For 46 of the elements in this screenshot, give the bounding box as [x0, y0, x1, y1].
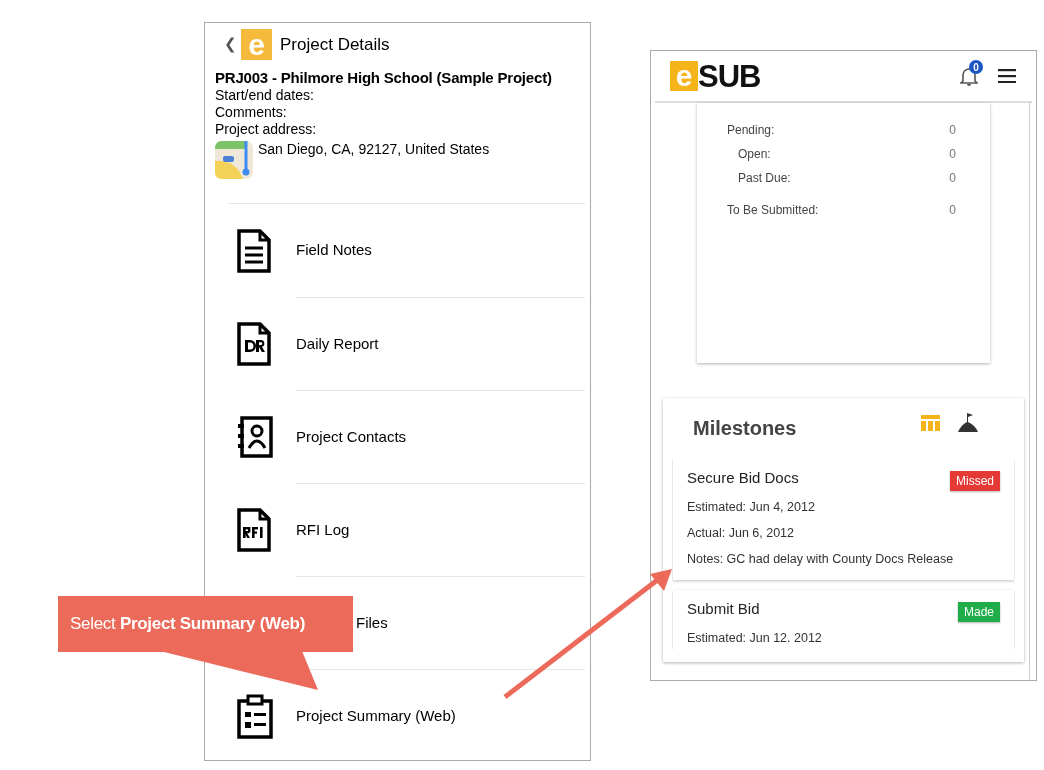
- back-button[interactable]: ❮: [223, 33, 237, 56]
- menu-icon[interactable]: [998, 69, 1016, 83]
- map-icon: [215, 141, 253, 179]
- milestone-detail: Estimated: Jun 12. 2012: [687, 630, 823, 648]
- status-badge: Made: [957, 602, 1000, 623]
- milestones-title: Milestones: [693, 416, 798, 441]
- summary-label: To Be Submitted:: [727, 202, 819, 219]
- project-address: San Diego, CA, 92127, United States: [258, 141, 490, 158]
- callout-text: Select Project Summary (Web): [70, 613, 306, 635]
- menu-label: Project Contacts: [296, 426, 407, 447]
- screen-title: Project Details: [280, 33, 390, 56]
- menu-item[interactable]: Daily Report: [296, 297, 585, 390]
- menu-item[interactable]: Field Notes: [228, 204, 585, 297]
- project-name: PRJ003 - Philmore High School (Sample Project): [215, 69, 553, 87]
- menu-label: RFI Log: [296, 519, 350, 540]
- menu-item[interactable]: Project Contacts: [296, 390, 585, 483]
- notification-badge: 0: [969, 60, 983, 74]
- summary-value: 0: [949, 170, 956, 187]
- field-label: Comments:: [215, 104, 288, 121]
- status-badge: Missed: [950, 471, 1000, 491]
- menu-item[interactable]: RFI Log: [296, 483, 585, 576]
- field-label: Start/end dates:: [215, 87, 315, 104]
- menu-label: Project Summary (Web): [296, 705, 456, 726]
- menu-label: Files: [356, 612, 388, 633]
- menu-label: Field Notes: [296, 240, 372, 261]
- summary-label: Pending:: [727, 122, 775, 139]
- milestone-detail: Estimated: Jun 4, 2012: [687, 499, 816, 516]
- summary-value: 0: [949, 122, 956, 139]
- esub-logo: e SUB: [670, 60, 761, 92]
- logo: e: [241, 29, 272, 60]
- summary-label: Past Due:: [737, 170, 791, 187]
- milestone-detail: Actual: Jun 6, 2012: [687, 524, 796, 542]
- contact-book-icon: [236, 414, 274, 460]
- document-icon: [236, 227, 272, 274]
- milestone-name: Secure Bid Docs: [687, 468, 799, 488]
- summary-label: Open:: [737, 146, 771, 163]
- clipboard-icon: [236, 693, 274, 739]
- flag-icon[interactable]: [958, 412, 978, 432]
- rfi-document-icon: [236, 507, 272, 553]
- milestone-detail: Notes: GC had delay with County Docs Release: [687, 550, 955, 568]
- report-document-icon: [236, 321, 272, 367]
- menu-label: Daily Report: [296, 333, 379, 354]
- milestone-name: Submit Bid: [687, 599, 760, 620]
- field-label: Project address:: [215, 121, 318, 138]
- summary-value: 0: [949, 202, 956, 219]
- summary-value: 0: [949, 146, 956, 163]
